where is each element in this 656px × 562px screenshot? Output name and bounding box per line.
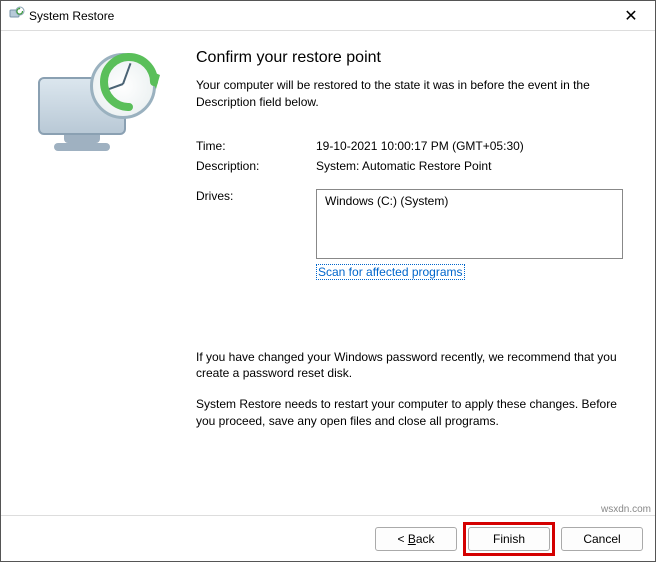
content-area: Confirm your restore point Your computer… — [1, 31, 655, 515]
scan-link-row: Scan for affected programs — [316, 265, 625, 279]
close-icon[interactable]: ✕ — [615, 6, 647, 26]
main-panel: Confirm your restore point Your computer… — [196, 31, 655, 515]
time-label: Time: — [196, 139, 316, 153]
drives-row: Drives: Windows (C:) (System) — [196, 189, 625, 259]
time-value: 19-10-2021 10:00:17 PM (GMT+05:30) — [316, 139, 625, 153]
description-row: Description: System: Automatic Restore P… — [196, 159, 625, 173]
scan-affected-programs-link[interactable]: Scan for affected programs — [316, 264, 465, 280]
footer-buttons: < Back Finish Cancel — [1, 515, 655, 561]
watermark-text: wsxdn.com — [601, 504, 651, 515]
description-value: System: Automatic Restore Point — [316, 159, 625, 173]
drives-label: Drives: — [196, 189, 316, 259]
finish-highlight: Finish — [463, 522, 555, 556]
time-row: Time: 19-10-2021 10:00:17 PM (GMT+05:30) — [196, 139, 625, 153]
system-restore-icon — [9, 6, 25, 25]
cancel-button[interactable]: Cancel — [561, 527, 643, 551]
page-heading: Confirm your restore point — [196, 49, 625, 67]
warnings-block: If you have changed your Windows passwor… — [196, 349, 625, 430]
password-warning-text: If you have changed your Windows passwor… — [196, 349, 625, 383]
description-label: Description: — [196, 159, 316, 173]
system-restore-large-icon — [34, 51, 164, 166]
drives-listbox[interactable]: Windows (C:) (System) — [316, 189, 623, 259]
page-subtitle: Your computer will be restored to the st… — [196, 77, 625, 111]
sidebar — [1, 31, 196, 515]
back-button[interactable]: < Back — [375, 527, 457, 551]
window-title: System Restore — [25, 9, 615, 23]
titlebar: System Restore ✕ — [1, 1, 655, 31]
restart-warning-text: System Restore needs to restart your com… — [196, 396, 625, 430]
finish-button[interactable]: Finish — [468, 527, 550, 551]
